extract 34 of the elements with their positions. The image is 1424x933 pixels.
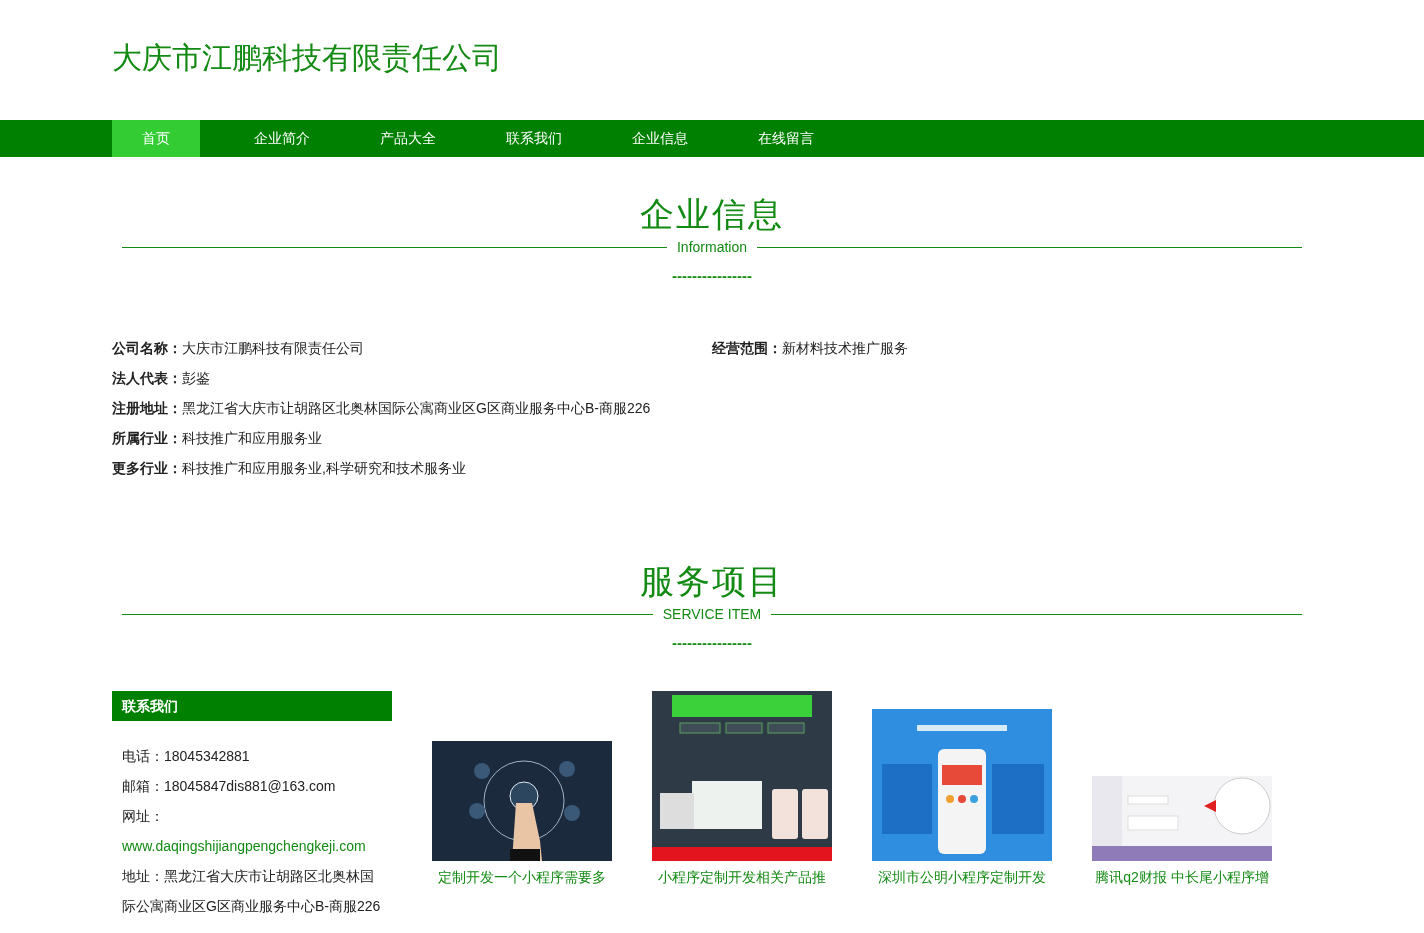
nav-item[interactable]: 企业简介 [238,120,326,157]
section-subtitle: Information [676,239,749,255]
product-caption[interactable]: 小程序定制开发相关产品推 [658,869,826,887]
field-value: 大庆市江鹏科技有限责任公司 [182,340,364,358]
nav-item[interactable]: 联系我们 [490,120,578,157]
field-value: 科技推广和应用服务业,科学研究和技术服务业 [182,460,466,478]
field-label: 法人代表： [112,370,182,388]
contact-text: 邮箱：18045847dis881@163.com [122,777,337,796]
nav-item[interactable]: 企业信息 [616,120,704,157]
section-title: 服务项目 [640,562,784,602]
section-title: 企业信息 [640,195,784,235]
field-label: 经营范围： [712,340,782,358]
product-caption[interactable]: 深圳市公明小程序定制开发 [878,869,1046,887]
product-caption[interactable]: 腾讯q2财报 中长尾小程序增 [1095,869,1269,887]
field-value: 黑龙江省大庆市让胡路区北奥林国际公寓商业区G区商业服务中心B-商服226 [182,400,651,418]
section-subtitle: SERVICE ITEM [661,606,763,622]
nav-item[interactable]: 产品大全 [364,120,452,157]
contact-heading: 联系我们 [112,691,392,721]
contact-text: 电话：18045342881 [122,747,251,766]
field-value: 彭鉴 [182,370,210,388]
dash-divider: ---------------- [672,267,752,284]
field-label: 更多行业： [112,460,182,478]
field-label: 注册地址： [112,400,182,418]
nav-item[interactable]: 在线留言 [742,120,830,157]
field-label: 公司名称： [112,340,182,358]
field-label: 所属行业： [112,430,182,448]
company-title: 大庆市江鹏科技有限责任公司 [112,39,502,76]
field-value: 新材料技术推广服务 [782,340,908,358]
product-caption[interactable]: 定制开发一个小程序需要多 [438,869,606,887]
dash-divider: ---------------- [672,634,752,651]
field-value: 科技推广和应用服务业 [182,430,322,448]
contact-text: 网址： [122,807,165,826]
contact-text: 地址：黑龙江省大庆市让胡路区北奥林国际公寓商业区G区商业服务中心B-商服226 [122,867,382,916]
website-link[interactable]: www.daqingshijiangpengchengkeji.com [122,831,382,861]
